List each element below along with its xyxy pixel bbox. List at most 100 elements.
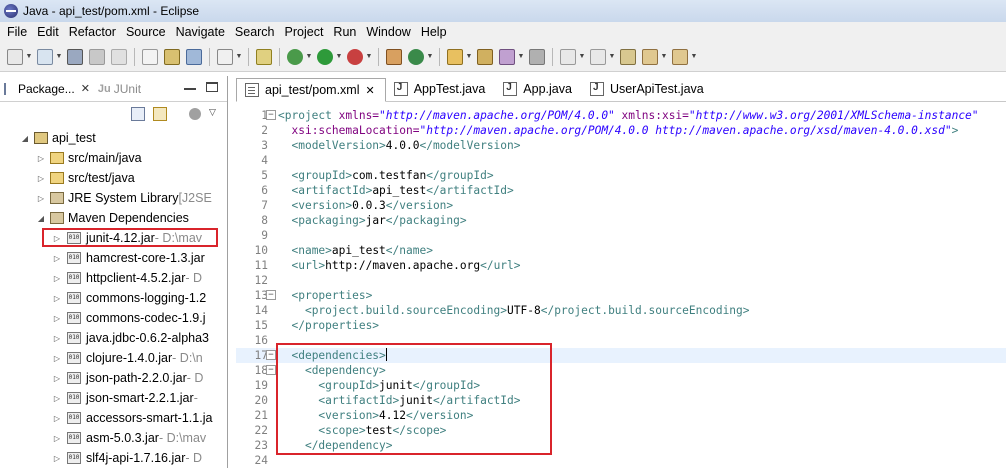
- pencil-dropdown-icon[interactable]: ▼: [518, 49, 525, 65]
- editor-tab[interactable]: api_test/pom.xml ✕: [236, 78, 386, 102]
- maximize-icon[interactable]: [206, 82, 218, 92]
- menu-file[interactable]: File: [2, 25, 32, 39]
- save-icon[interactable]: [67, 48, 83, 65]
- code-line[interactable]: 8 <packaging>jar</packaging>: [236, 213, 1006, 228]
- link-with-editor-icon[interactable]: [153, 107, 167, 121]
- open-type-icon[interactable]: [164, 48, 180, 65]
- new-class-dropdown-icon[interactable]: ▼: [427, 49, 434, 65]
- focus-icon[interactable]: [189, 108, 201, 120]
- tab-package-explorer[interactable]: Package... ✕: [0, 77, 94, 100]
- code-line[interactable]: 2 xsi:schemaLocation="http://maven.apach…: [236, 123, 1006, 138]
- code-line[interactable]: 5 <groupId>com.testfan</groupId>: [236, 168, 1006, 183]
- back-icon[interactable]: [642, 48, 658, 65]
- editor-tab[interactable]: AppTest.java: [386, 77, 496, 101]
- editor-tab[interactable]: App.java: [495, 77, 582, 101]
- new-dropdown-icon[interactable]: ▼: [26, 49, 33, 65]
- collapsed-arrow-icon[interactable]: ▷: [52, 374, 62, 383]
- tree-item[interactable]: ▷ 010 accessors-smart-1.1.ja: [0, 408, 227, 428]
- tasks-dropdown-icon[interactable]: ▼: [236, 49, 243, 65]
- code-line[interactable]: 4: [236, 153, 1006, 168]
- tab-junit[interactable]: Ju JUnit: [94, 78, 145, 100]
- new-file-dropdown-icon[interactable]: ▼: [56, 49, 63, 65]
- tasks-icon[interactable]: [217, 48, 233, 65]
- debug-icon[interactable]: [287, 48, 303, 65]
- close-icon[interactable]: ✕: [365, 84, 374, 97]
- menu-refactor[interactable]: Refactor: [64, 25, 121, 39]
- code-line[interactable]: 10 <name>api_test</name>: [236, 243, 1006, 258]
- code-line[interactable]: 3 <modelVersion>4.0.0</modelVersion>: [236, 138, 1006, 153]
- code-editor[interactable]: 1− <project xmlns="http://maven.apache.or…: [236, 104, 1006, 468]
- code-line[interactable]: 24: [236, 453, 1006, 468]
- tree-item[interactable]: ◢ api_test: [0, 128, 227, 148]
- fold-toggle-icon[interactable]: −: [266, 110, 276, 120]
- tree-item[interactable]: ▷ 010 json-smart-2.2.1.jar -: [0, 388, 227, 408]
- new-icon[interactable]: [7, 48, 23, 65]
- collapsed-arrow-icon[interactable]: ▷: [36, 194, 46, 203]
- collapsed-arrow-icon[interactable]: ▷: [52, 394, 62, 403]
- open-folder-icon[interactable]: [447, 48, 463, 65]
- run-external-dropdown-icon[interactable]: ▼: [366, 49, 373, 65]
- expanded-arrow-icon[interactable]: ◢: [36, 214, 46, 223]
- next-annotation-icon[interactable]: [560, 48, 576, 65]
- code-line[interactable]: 14 <project.build.sourceEncoding>UTF-8</…: [236, 303, 1006, 318]
- close-icon[interactable]: ✕: [81, 82, 90, 95]
- run-icon[interactable]: [317, 48, 333, 65]
- menu-window[interactable]: Window: [361, 25, 415, 39]
- menu-edit[interactable]: Edit: [32, 25, 64, 39]
- toggle-breakpoint-icon[interactable]: [142, 48, 158, 65]
- tree-item[interactable]: ◢ Maven Dependencies: [0, 208, 227, 228]
- tree-item[interactable]: ▷ 010 json-path-2.2.0.jar - D: [0, 368, 227, 388]
- new-class-icon[interactable]: [408, 48, 424, 65]
- run-dropdown-icon[interactable]: ▼: [336, 49, 343, 65]
- external-tools-icon[interactable]: [256, 48, 272, 65]
- collapsed-arrow-icon[interactable]: ▷: [52, 354, 62, 363]
- tree-item[interactable]: ▷ 010 java.jdbc-0.6.2-alpha3: [0, 328, 227, 348]
- view-menu-icon[interactable]: ▽: [209, 107, 219, 121]
- tree-item[interactable]: ▷ 010 slf4j-api-1.7.16.jar - D: [0, 448, 227, 468]
- tree-item[interactable]: ▷ 010 commons-codec-1.9.j: [0, 308, 227, 328]
- pencil-icon[interactable]: [499, 48, 515, 65]
- code-line[interactable]: 13− <properties>: [236, 288, 1006, 303]
- fold-toggle-icon[interactable]: −: [266, 350, 276, 360]
- forward-icon[interactable]: [672, 48, 688, 65]
- new-file-icon[interactable]: [37, 48, 53, 65]
- prev-annotation-icon[interactable]: [590, 48, 606, 65]
- last-edit-icon[interactable]: [620, 48, 636, 65]
- menu-project[interactable]: Project: [280, 25, 329, 39]
- fold-toggle-icon[interactable]: −: [266, 365, 276, 375]
- tree-item[interactable]: ▷ src/test/java: [0, 168, 227, 188]
- new-java-project-icon[interactable]: [386, 48, 402, 65]
- annotation-icon[interactable]: [529, 48, 545, 65]
- collapsed-arrow-icon[interactable]: ▷: [52, 434, 62, 443]
- open-folder-dropdown-icon[interactable]: ▼: [466, 49, 473, 65]
- menu-source[interactable]: Source: [121, 25, 171, 39]
- code-line[interactable]: 1− <project xmlns="http://maven.apache.or…: [236, 108, 1006, 123]
- tree-item[interactable]: ▷ 010 clojure-1.4.0.jar - D:\n: [0, 348, 227, 368]
- fold-toggle-icon[interactable]: −: [266, 290, 276, 300]
- tree-item[interactable]: ▷ 010 asm-5.0.3.jar - D:\mav: [0, 428, 227, 448]
- collapsed-arrow-icon[interactable]: ▷: [52, 454, 62, 463]
- collapsed-arrow-icon[interactable]: ▷: [52, 334, 62, 343]
- save-all-icon[interactable]: [89, 48, 105, 65]
- code-line[interactable]: 15 </properties>: [236, 318, 1006, 333]
- minimize-icon[interactable]: [184, 82, 196, 90]
- collapsed-arrow-icon[interactable]: ▷: [36, 174, 46, 183]
- collapsed-arrow-icon[interactable]: ▷: [52, 294, 62, 303]
- editor-tab[interactable]: UserApiTest.java: [582, 77, 714, 101]
- menu-navigate[interactable]: Navigate: [171, 25, 230, 39]
- open-task-icon[interactable]: [186, 48, 202, 65]
- tree-item[interactable]: ▷ 010 httpclient-4.5.2.jar - D: [0, 268, 227, 288]
- collapsed-arrow-icon[interactable]: ▷: [52, 414, 62, 423]
- menu-help[interactable]: Help: [416, 25, 452, 39]
- tree-item[interactable]: ▷ 010 commons-logging-1.2: [0, 288, 227, 308]
- collapsed-arrow-icon[interactable]: ▷: [52, 274, 62, 283]
- back-dropdown-icon[interactable]: ▼: [661, 49, 668, 65]
- tree-item[interactable]: ▷ 010 hamcrest-core-1.3.jar: [0, 248, 227, 268]
- code-line[interactable]: 11 <url>http://maven.apache.org</url>: [236, 258, 1006, 273]
- search-folder-icon[interactable]: [477, 48, 493, 65]
- menu-run[interactable]: Run: [328, 25, 361, 39]
- code-line[interactable]: 12: [236, 273, 1006, 288]
- tree-item[interactable]: ▷ JRE System Library [J2SE: [0, 188, 227, 208]
- print-icon[interactable]: [111, 48, 127, 65]
- code-line[interactable]: 7 <version>0.0.3</version>: [236, 198, 1006, 213]
